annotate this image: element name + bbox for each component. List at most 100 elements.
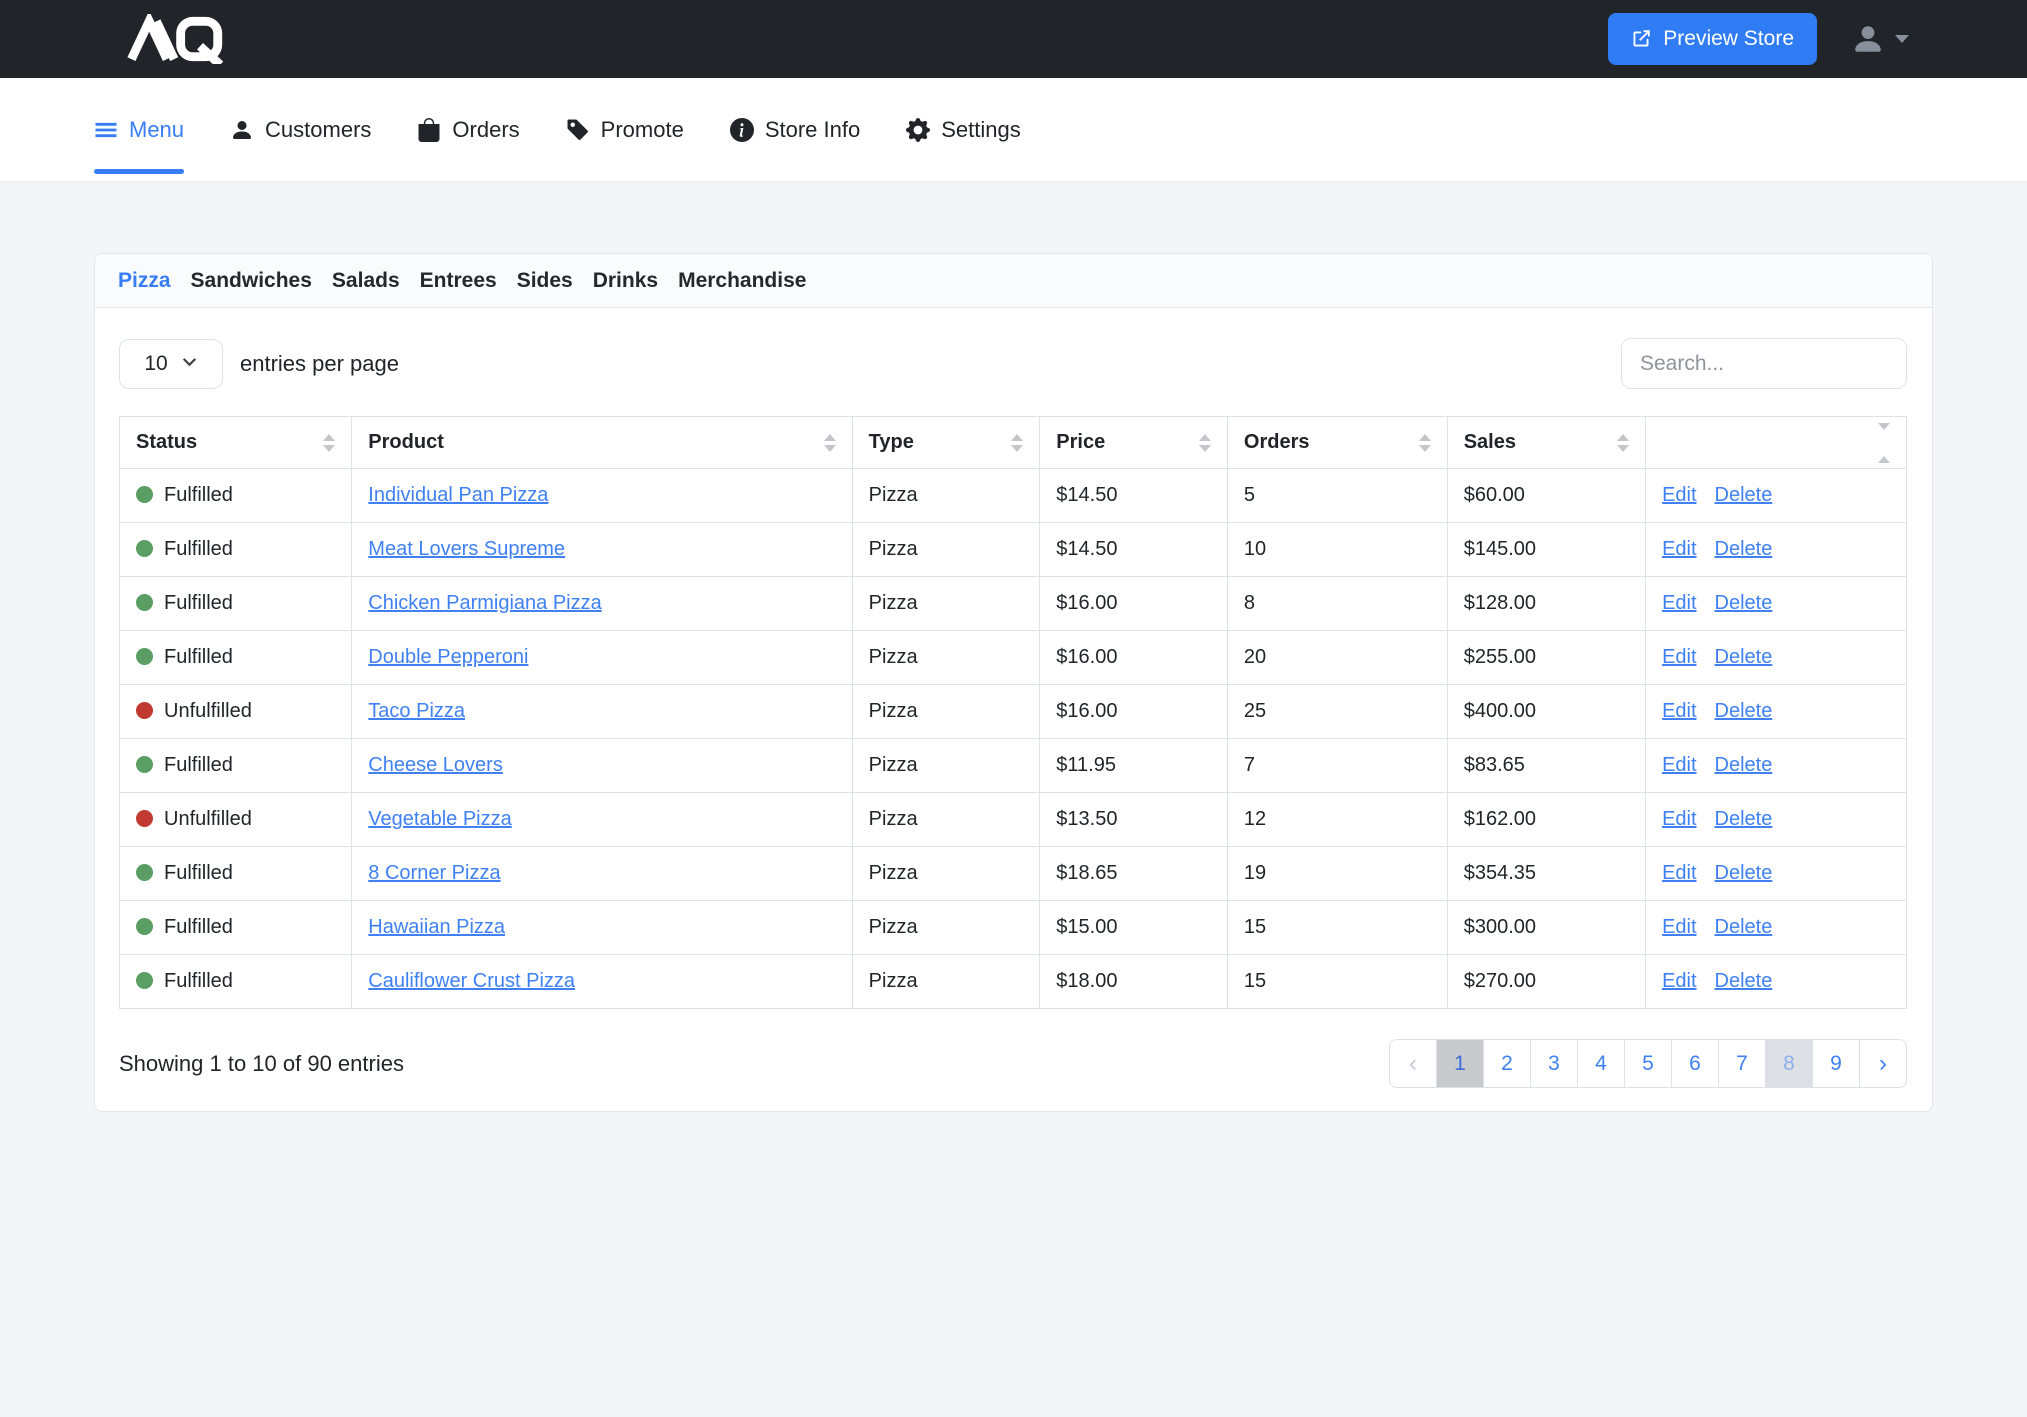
tab-sandwiches[interactable]: Sandwiches <box>191 269 312 293</box>
product-cell: Meat Lovers Supreme <box>352 523 852 577</box>
status-dot-icon <box>136 972 153 989</box>
status-label: Unfulfilled <box>164 808 252 830</box>
edit-link[interactable]: Edit <box>1662 808 1696 830</box>
gear-icon <box>906 118 930 142</box>
column-header-type[interactable]: Type <box>852 417 1040 469</box>
pagination-page-4[interactable]: 4 <box>1577 1039 1625 1088</box>
edit-link[interactable]: Edit <box>1662 862 1696 884</box>
product-link[interactable]: 8 Corner Pizza <box>368 862 500 884</box>
status-cell: Fulfilled <box>120 577 352 631</box>
orders-cell: 8 <box>1227 577 1447 631</box>
pagination-page-1[interactable]: 1 <box>1436 1039 1484 1088</box>
column-header-sales[interactable]: Sales <box>1447 417 1645 469</box>
column-header-price[interactable]: Price <box>1040 417 1228 469</box>
actions-cell: Edit Delete <box>1646 901 1907 955</box>
page-size-value: 10 <box>144 352 167 376</box>
pagination-page-5[interactable]: 5 <box>1624 1039 1672 1088</box>
edit-link[interactable]: Edit <box>1662 484 1696 506</box>
delete-link[interactable]: Delete <box>1715 754 1773 776</box>
info-icon <box>730 118 754 142</box>
tab-entrees[interactable]: Entrees <box>420 269 497 293</box>
tab-salads[interactable]: Salads <box>332 269 400 293</box>
delete-link[interactable]: Delete <box>1715 862 1773 884</box>
nav-item-promote[interactable]: Promote <box>566 78 684 181</box>
nav-item-customers[interactable]: Customers <box>230 78 371 181</box>
search-input[interactable] <box>1621 338 1907 389</box>
status-dot-icon <box>136 594 153 611</box>
orders-cell: 19 <box>1227 847 1447 901</box>
edit-link[interactable]: Edit <box>1662 754 1696 776</box>
delete-link[interactable]: Delete <box>1715 700 1773 722</box>
pagination-next[interactable]: › <box>1859 1039 1907 1088</box>
product-link[interactable]: Vegetable Pizza <box>368 808 511 830</box>
actions-cell: Edit Delete <box>1646 631 1907 685</box>
column-header-actions[interactable] <box>1646 417 1907 469</box>
tab-sides[interactable]: Sides <box>517 269 573 293</box>
edit-link[interactable]: Edit <box>1662 916 1696 938</box>
delete-link[interactable]: Delete <box>1715 484 1773 506</box>
nav-item-store-info[interactable]: Store Info <box>730 78 860 181</box>
nav-item-label: Customers <box>265 117 371 143</box>
edit-link[interactable]: Edit <box>1662 970 1696 992</box>
edit-link[interactable]: Edit <box>1662 646 1696 668</box>
tab-pizza[interactable]: Pizza <box>118 269 171 293</box>
sort-icon <box>323 434 335 452</box>
actions-cell: Edit Delete <box>1646 685 1907 739</box>
user-menu[interactable] <box>1851 22 1909 56</box>
topbar: Preview Store <box>0 0 2027 78</box>
product-cell: Double Pepperoni <box>352 631 852 685</box>
delete-link[interactable]: Delete <box>1715 970 1773 992</box>
column-header-product[interactable]: Product <box>352 417 852 469</box>
product-link[interactable]: Double Pepperoni <box>368 646 528 668</box>
status-cell: Unfulfilled <box>120 685 352 739</box>
product-link[interactable]: Meat Lovers Supreme <box>368 538 565 560</box>
delete-link[interactable]: Delete <box>1715 592 1773 614</box>
product-link[interactable]: Hawaiian Pizza <box>368 916 505 938</box>
pagination-page-7[interactable]: 7 <box>1718 1039 1766 1088</box>
status-cell: Fulfilled <box>120 901 352 955</box>
pagination-prev[interactable]: ‹ <box>1389 1039 1437 1088</box>
product-link[interactable]: Chicken Parmigiana Pizza <box>368 592 601 614</box>
nav-item-menu[interactable]: Menu <box>94 78 184 181</box>
nav-item-settings[interactable]: Settings <box>906 78 1021 181</box>
nav-item-orders[interactable]: Orders <box>417 78 519 181</box>
table-row: Fulfilled8 Corner PizzaPizza$18.6519$354… <box>120 847 1907 901</box>
orders-cell: 20 <box>1227 631 1447 685</box>
product-link[interactable]: Individual Pan Pizza <box>368 484 548 506</box>
tab-drinks[interactable]: Drinks <box>593 269 658 293</box>
pagination-page-2[interactable]: 2 <box>1483 1039 1531 1088</box>
actions-cell: Edit Delete <box>1646 955 1907 1009</box>
sales-cell: $162.00 <box>1447 793 1645 847</box>
orders-cell: 10 <box>1227 523 1447 577</box>
delete-link[interactable]: Delete <box>1715 646 1773 668</box>
edit-link[interactable]: Edit <box>1662 538 1696 560</box>
brand-logo[interactable] <box>90 14 260 64</box>
sort-icon <box>1617 434 1629 452</box>
type-cell: Pizza <box>852 523 1040 577</box>
pagination-page-8[interactable]: 8 <box>1765 1039 1813 1088</box>
product-link[interactable]: Taco Pizza <box>368 700 465 722</box>
column-header-status[interactable]: Status <box>120 417 352 469</box>
delete-link[interactable]: Delete <box>1715 538 1773 560</box>
status-label: Fulfilled <box>164 484 233 506</box>
edit-link[interactable]: Edit <box>1662 592 1696 614</box>
preview-store-button[interactable]: Preview Store <box>1608 13 1817 65</box>
edit-link[interactable]: Edit <box>1662 700 1696 722</box>
product-cell: 8 Corner Pizza <box>352 847 852 901</box>
product-cell: Vegetable Pizza <box>352 793 852 847</box>
tab-merchandise[interactable]: Merchandise <box>678 269 806 293</box>
category-tabs: Pizza Sandwiches Salads Entrees Sides Drinks M… <box>95 254 1932 308</box>
type-cell: Pizza <box>852 739 1040 793</box>
table-footer: Showing 1 to 10 of 90 entries ‹123456789… <box>119 1009 1907 1111</box>
column-header-label: Sales <box>1464 431 1516 454</box>
column-header-orders[interactable]: Orders <box>1227 417 1447 469</box>
delete-link[interactable]: Delete <box>1715 916 1773 938</box>
page-size-select[interactable]: 10 <box>119 339 223 389</box>
product-link[interactable]: Cauliflower Crust Pizza <box>368 970 575 992</box>
product-link[interactable]: Cheese Lovers <box>368 754 503 776</box>
table-row: FulfilledCheese LoversPizza$11.957$83.65… <box>120 739 1907 793</box>
pagination-page-6[interactable]: 6 <box>1671 1039 1719 1088</box>
delete-link[interactable]: Delete <box>1715 808 1773 830</box>
pagination-page-3[interactable]: 3 <box>1530 1039 1578 1088</box>
pagination-page-9[interactable]: 9 <box>1812 1039 1860 1088</box>
